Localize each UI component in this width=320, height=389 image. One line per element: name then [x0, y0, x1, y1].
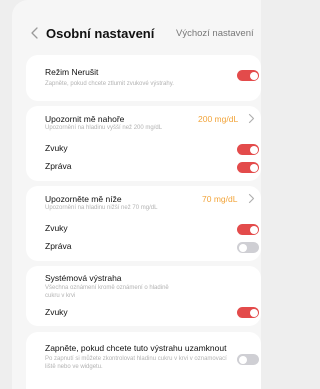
chevron-left-icon[interactable] [30, 26, 40, 40]
default-settings-link[interactable]: Výchozí nastavení [176, 28, 254, 39]
system-alert-card: Systémová výstraha Všechna oznámení krom… [26, 266, 261, 326]
chevron-right-icon[interactable] [248, 113, 255, 124]
low-alert-title[interactable]: Upozorněte mě níže [45, 194, 122, 204]
toggle-knob [238, 355, 247, 364]
low-alert-subtitle: Upozornění na hladinu nižší než 70 mg/dL [45, 205, 158, 211]
toggle-knob [238, 243, 247, 252]
high-alert-message-label: Zpráva [45, 161, 72, 171]
header: Osobní nastavení Výchozí nastavení [12, 0, 261, 58]
lock-alert-toggle[interactable] [237, 354, 259, 365]
high-alert-message-toggle[interactable] [237, 162, 259, 173]
system-alert-subtitle: Všechna oznámení kromě oznámení o hladin… [45, 285, 169, 299]
do-not-disturb-subtitle: Zapněte, pokud chcete ztlumit zvukové vý… [45, 81, 174, 87]
toggle-knob [249, 163, 258, 172]
chevron-right-icon[interactable] [248, 193, 255, 204]
high-alert-subtitle: Upozornění na hladinu vyšší než 200 mg/d… [45, 125, 163, 131]
high-alert-sound-toggle[interactable] [237, 144, 259, 155]
toggle-knob [249, 225, 258, 234]
low-alert-message-label: Zpráva [45, 241, 72, 251]
system-alert-title: Systémová výstraha [45, 273, 122, 283]
high-alert-value[interactable]: 200 mg/dL [198, 114, 238, 124]
lock-alert-subtitle: Po zapnutí si můžete zkontrolovat hladin… [45, 356, 227, 370]
lock-alert-title: Zapněte, pokud chcete tuto výstrahu uzam… [45, 343, 227, 353]
toggle-knob [249, 145, 258, 154]
do-not-disturb-card: Režim Nerušit Zapněte, pokud chcete ztlu… [26, 55, 261, 101]
low-alert-message-toggle[interactable] [237, 242, 259, 253]
toggle-knob [249, 71, 258, 80]
do-not-disturb-title: Režim Nerušit [45, 67, 99, 77]
low-alert-sound-label: Zvuky [45, 223, 68, 233]
low-alert-sound-toggle[interactable] [237, 224, 259, 235]
high-alert-title[interactable]: Upozornit mě nahoře [45, 114, 124, 124]
low-alert-value[interactable]: 70 mg/dL [202, 194, 237, 204]
do-not-disturb-toggle[interactable] [237, 70, 259, 81]
system-alert-sound-label: Zvuky [45, 307, 68, 317]
toggle-knob [249, 308, 258, 317]
lock-alert-card: Zapněte, pokud chcete tuto výstrahu uzam… [26, 332, 261, 389]
page-title: Osobní nastavení [46, 26, 155, 41]
high-alert-sound-label: Zvuky [45, 143, 68, 153]
settings-screen: Osobní nastavení Výchozí nastavení Režim… [12, 0, 261, 389]
high-alert-card: Upozornit mě nahoře Upozornění na hladin… [26, 106, 261, 181]
low-alert-card: Upozorněte mě níže Upozornění na hladinu… [26, 186, 261, 261]
system-alert-sound-toggle[interactable] [237, 307, 259, 318]
